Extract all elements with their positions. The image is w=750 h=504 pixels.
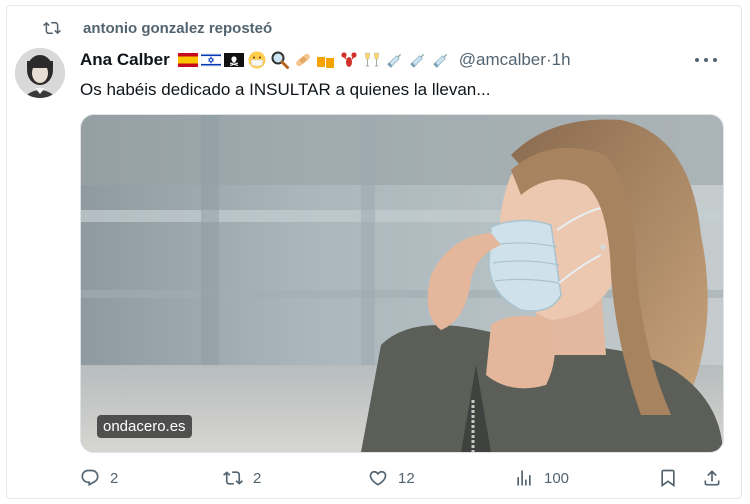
author-emojis — [177, 51, 451, 69]
repost-icon — [223, 471, 243, 485]
heart-icon — [369, 470, 387, 486]
reply-icon — [81, 469, 99, 487]
champagne-glasses-icon — [362, 51, 382, 69]
tweet-actions: 2 2 12 100 — [80, 468, 730, 492]
flag-spain-icon — [177, 51, 198, 69]
syringe-icon — [408, 51, 428, 69]
reply-count: 2 — [110, 469, 119, 487]
repost-text[interactable]: antonio gonzalez reposteó — [83, 20, 272, 37]
avatar-image — [15, 48, 65, 98]
analytics-icon — [517, 470, 531, 486]
reply-button[interactable]: 2 — [80, 468, 118, 488]
repost-icon — [43, 21, 61, 35]
syringe-icon — [385, 51, 405, 69]
share-icon — [704, 470, 720, 486]
bandage-icon — [293, 51, 313, 69]
tweet-card[interactable]: antonio gonzalez reposteó Ana Calber @am… — [6, 5, 742, 499]
face-with-mask-icon — [247, 51, 267, 69]
views-count: 100 — [544, 469, 570, 487]
repost-indicator[interactable]: antonio gonzalez reposteó — [43, 19, 272, 37]
share-button[interactable] — [702, 468, 732, 488]
author-name[interactable]: Ana Calber — [80, 50, 170, 70]
tweet-time[interactable]: 1h — [552, 50, 571, 70]
bookmark-icon — [661, 469, 675, 488]
like-count: 12 — [398, 469, 415, 487]
avatar[interactable] — [15, 48, 65, 98]
tweet-text: Os habéis dedicado a INSULTAR a quienes … — [80, 80, 491, 99]
tweet-header: Ana Calber @amcalber · 1h — [80, 48, 571, 72]
media-source-badge: ondacero.es — [97, 415, 192, 438]
repost-count: 2 — [253, 469, 262, 487]
media-image — [81, 115, 723, 452]
magnifying-glass-icon — [270, 51, 290, 69]
beer-mugs-icon — [316, 51, 336, 69]
bookmark-button[interactable] — [658, 468, 688, 488]
lobster-icon — [339, 51, 359, 69]
repost-button[interactable]: 2 — [223, 468, 261, 488]
more-options-icon[interactable] — [695, 50, 717, 70]
flag-israel-icon — [200, 51, 221, 69]
like-button[interactable]: 12 — [368, 468, 415, 488]
pirate-flag-icon — [223, 51, 244, 69]
author-handle[interactable]: @amcalber — [459, 50, 546, 70]
syringe-icon — [431, 51, 451, 69]
tweet-media[interactable]: ondacero.es — [80, 114, 724, 453]
views-button[interactable]: 100 — [514, 468, 569, 488]
